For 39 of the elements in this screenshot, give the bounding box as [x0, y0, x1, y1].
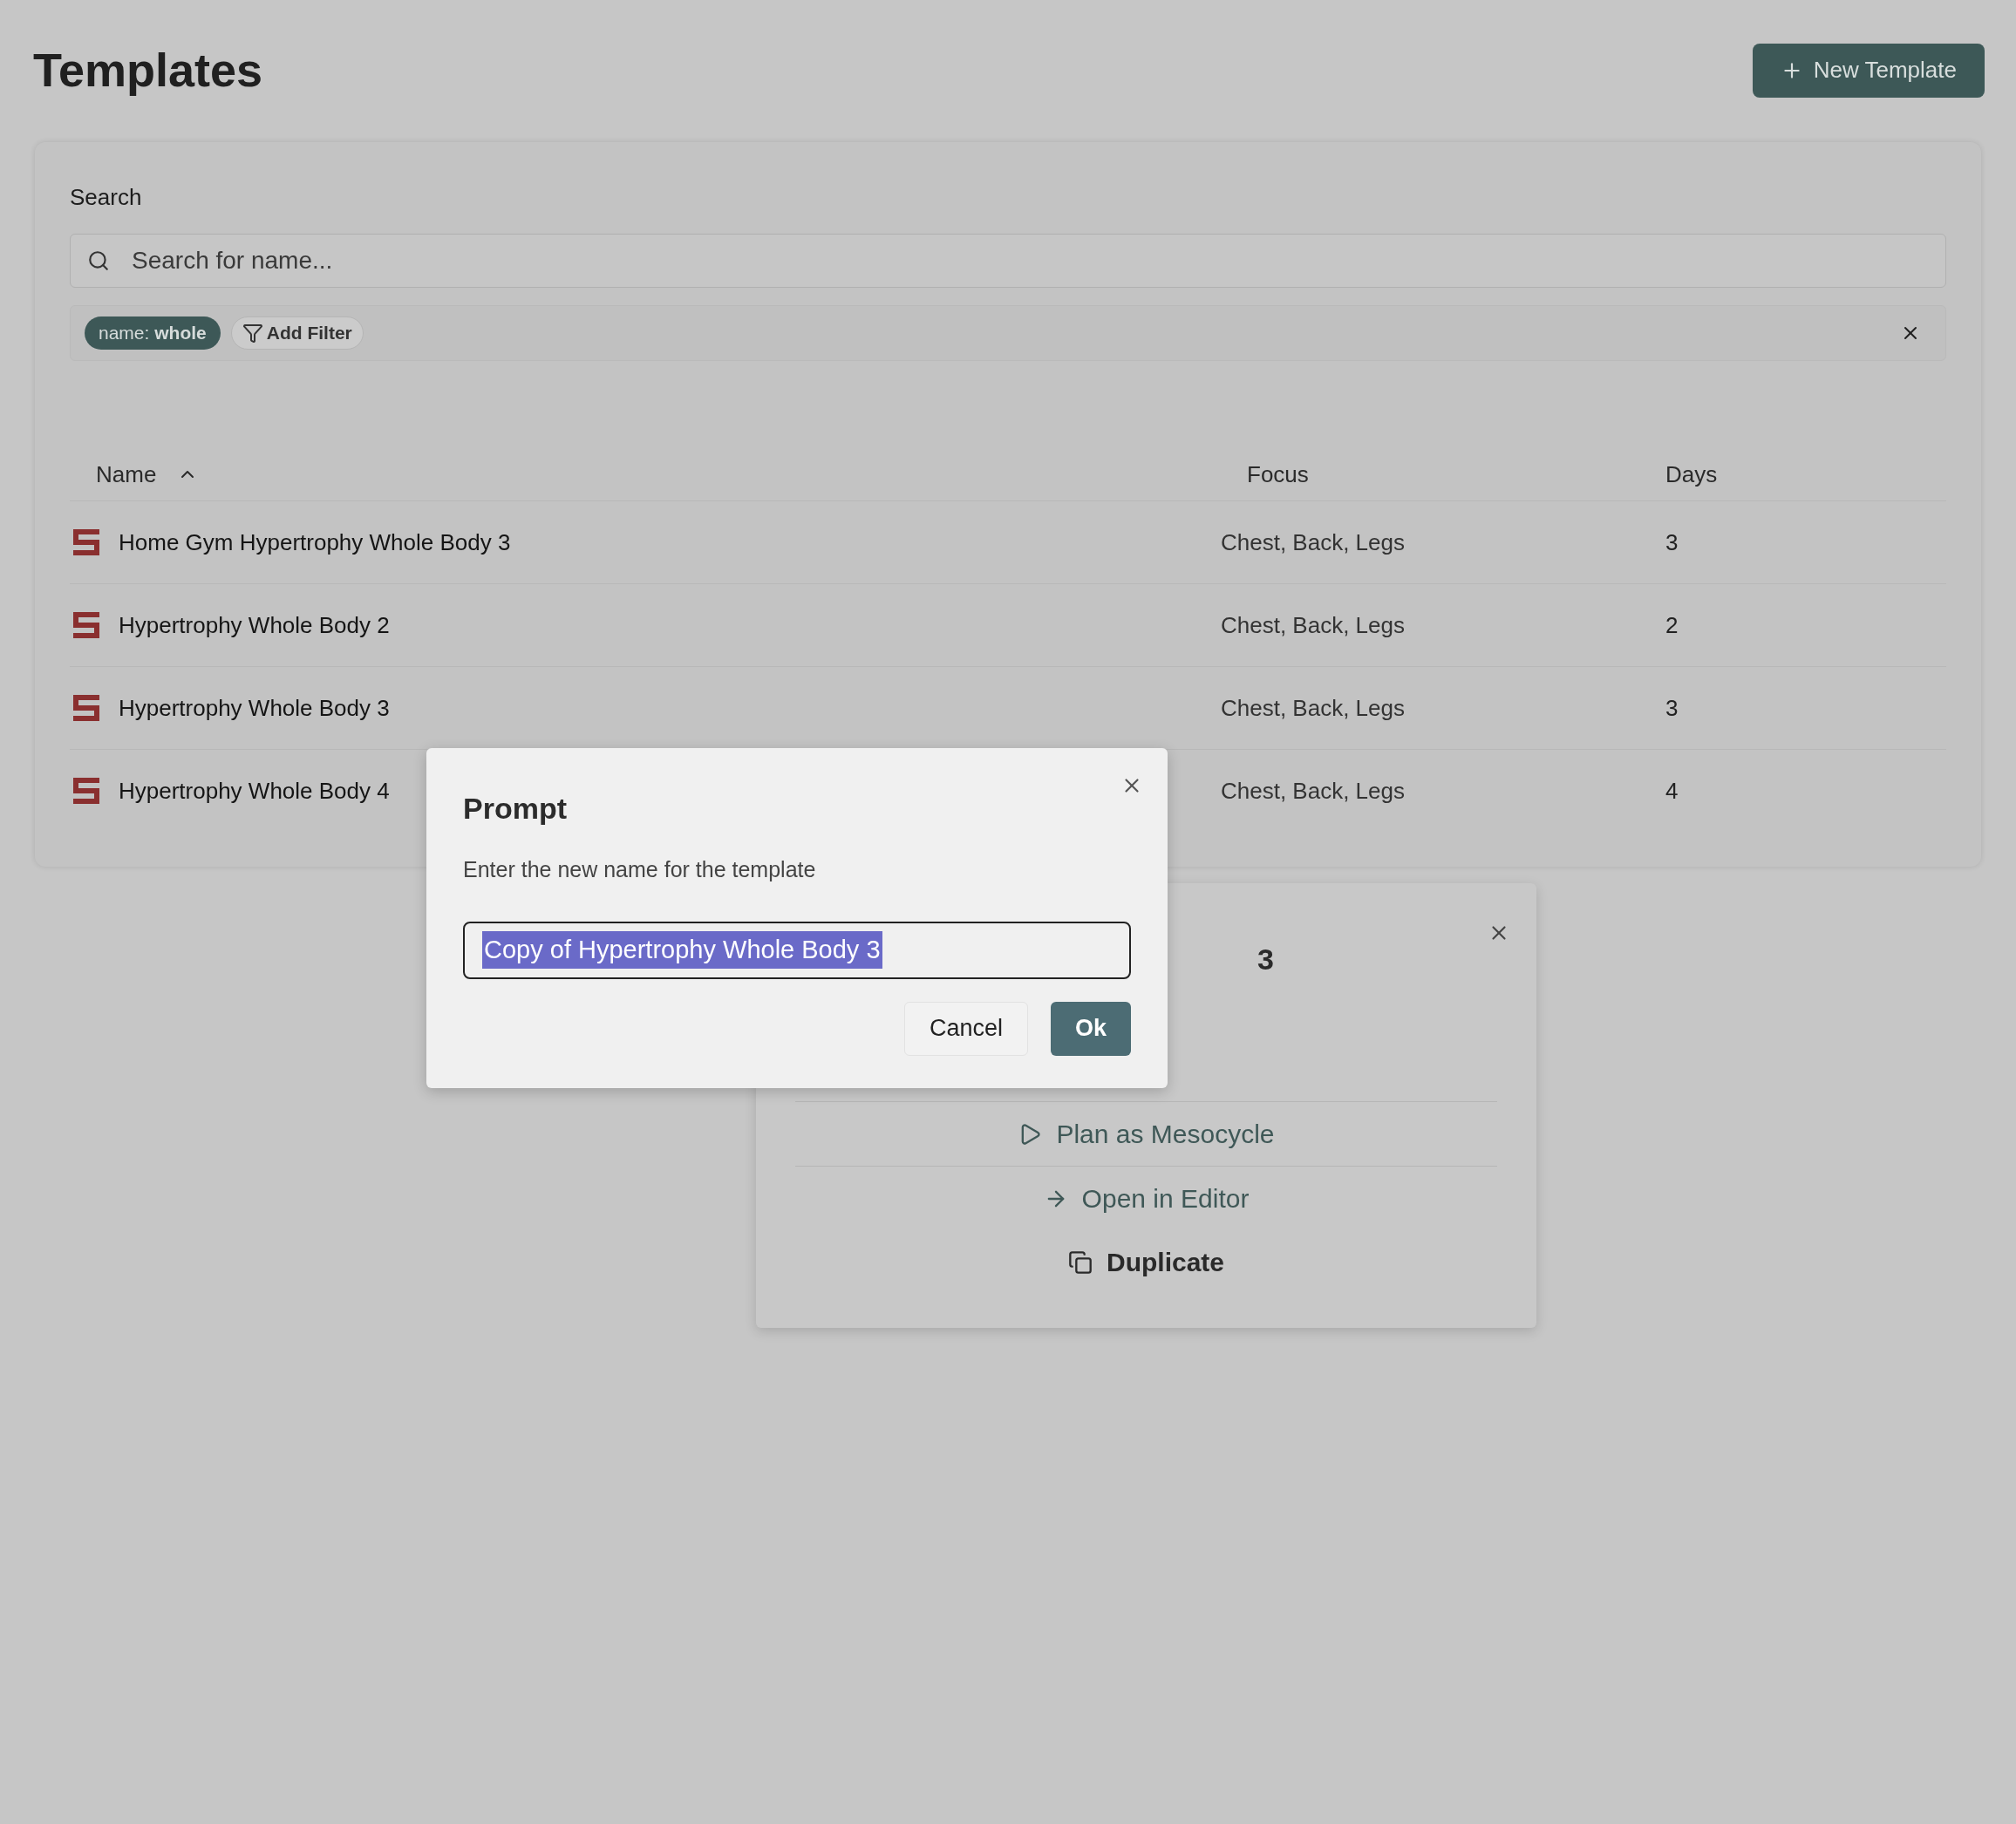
search-field[interactable]: Search for name...	[70, 234, 1946, 288]
template-logo-icon	[72, 693, 101, 723]
focus-cell: Chest, Back, Legs	[1221, 777, 1405, 804]
template-name: Hypertrophy Whole Body 4	[119, 776, 390, 806]
days-cell: 4	[1665, 777, 1679, 804]
search-label: Search	[70, 183, 143, 212]
template-logo-icon	[72, 527, 101, 557]
page-title: Templates	[33, 43, 263, 98]
days-cell: 2	[1665, 611, 1679, 638]
column-header[interactable]: Days	[1665, 460, 1718, 487]
detail-action-button[interactable]: Duplicate	[1068, 1242, 1224, 1282]
template-logo-icon	[72, 610, 101, 640]
dialog-title: Prompt	[463, 791, 568, 827]
copy-icon	[1068, 1249, 1093, 1275]
dialog-message: Enter the new name for the template	[463, 856, 817, 883]
template-logo-icon	[72, 776, 101, 806]
detail-action-button[interactable]: Open in Editor	[1043, 1179, 1250, 1218]
column-header[interactable]: Name	[96, 457, 157, 492]
days-cell: 3	[1665, 528, 1679, 555]
focus-cell: Chest, Back, Legs	[1221, 694, 1405, 721]
days-cell: 3	[1665, 694, 1679, 721]
detail-title: 3	[1257, 943, 1274, 976]
ok-button[interactable]: Ok	[1050, 1001, 1131, 1056]
cancel-button[interactable]: Cancel	[903, 1001, 1028, 1056]
new-template-button[interactable]: New Template	[1752, 43, 1985, 98]
template-name: Hypertrophy Whole Body 3	[119, 693, 390, 723]
name-input[interactable]: Copy of Hypertrophy Whole Body 3	[463, 921, 1131, 979]
template-name: Hypertrophy Whole Body 2	[119, 610, 390, 640]
focus-cell: Chest, Back, Legs	[1221, 528, 1405, 555]
filter-chip[interactable]: name: whole	[85, 316, 221, 350]
search-icon	[87, 249, 110, 272]
detail-action-button[interactable]: Plan as Mesocycle	[1018, 1114, 1275, 1154]
add-filter-button[interactable]: Add Filter	[230, 316, 364, 350]
template-name: Home Gym Hypertrophy Whole Body 3	[119, 527, 511, 557]
filter-icon	[242, 323, 263, 344]
table-row[interactable]: Hypertrophy Whole Body 2 Chest, Back, Legs 2	[70, 583, 1946, 666]
focus-cell: Chest, Back, Legs	[1221, 611, 1405, 638]
column-header[interactable]: Focus	[1247, 460, 1309, 487]
table-row[interactable]: Home Gym Hypertrophy Whole Body 3 Chest, Back, Legs 3	[70, 500, 1946, 583]
